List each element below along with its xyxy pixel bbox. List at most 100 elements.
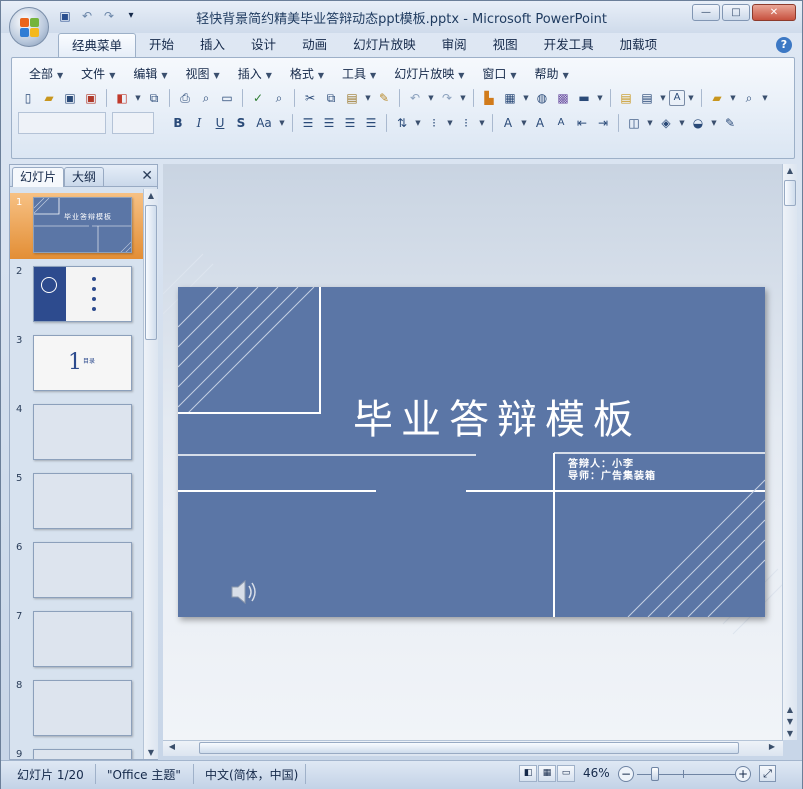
fit-to-window-icon[interactable]: ⤢	[759, 765, 776, 782]
slide-layout-icon[interactable]: ▭	[217, 88, 237, 108]
theme-name[interactable]: "Office 主题"	[107, 766, 181, 783]
menu-insert[interactable]: 插入 ▼	[229, 65, 281, 83]
scroll-left-icon[interactable]: ◀	[165, 742, 179, 751]
language-indicator[interactable]: 中文(简体，中国)	[205, 766, 298, 783]
menu-view[interactable]: 视图 ▼	[177, 65, 229, 83]
increase-indent-icon[interactable]: ⇥	[593, 113, 613, 133]
print-preview-icon[interactable]: ⌕	[196, 88, 216, 108]
menu-slide-show[interactable]: 幻灯片放映 ▼	[385, 65, 473, 83]
text-box-icon[interactable]: A	[669, 90, 685, 106]
scrollbar-thumb[interactable]	[145, 205, 157, 340]
tab-developer[interactable]: 开发工具	[531, 33, 607, 57]
tab-animations[interactable]: 动画	[289, 33, 340, 57]
slide-thumbnail[interactable]: 8	[10, 676, 144, 742]
dropdown-arrow-icon[interactable]: ▼	[458, 88, 468, 108]
new-icon[interactable]: ▯	[18, 88, 38, 108]
shape-fill-icon[interactable]: ◒	[688, 113, 708, 133]
dropdown-arrow-icon[interactable]: ▼	[426, 88, 436, 108]
slide-title[interactable]: 毕业答辩模板	[353, 387, 683, 445]
dropdown-arrow-icon[interactable]: ▼	[677, 113, 687, 133]
dropdown-arrow-icon[interactable]: ▼	[645, 113, 655, 133]
dropdown-arrow-icon[interactable]: ▼	[658, 88, 668, 108]
menu-edit[interactable]: 编辑 ▼	[124, 65, 176, 83]
shapes-icon[interactable]: ▬	[574, 88, 594, 108]
dropdown-arrow-icon[interactable]: ▼	[477, 113, 487, 133]
dropdown-arrow-icon[interactable]: ▼	[686, 88, 696, 108]
previous-slide-icon[interactable]: ▲	[783, 705, 797, 714]
normal-view-icon[interactable]: ◧	[519, 765, 537, 782]
dropdown-arrow-icon[interactable]: ▼	[709, 113, 719, 133]
font-name-box[interactable]	[18, 112, 106, 134]
close-button[interactable]: ✕	[752, 4, 796, 21]
pane-close-icon[interactable]: ✕	[141, 168, 153, 184]
italic-icon[interactable]: I	[189, 113, 209, 133]
current-slide[interactable]: 毕业答辩模板 答辩人：小李 导师：广告集装箱	[178, 287, 765, 617]
zoom-in-icon[interactable]: +	[735, 766, 751, 782]
scrollbar-thumb[interactable]	[784, 180, 796, 206]
slide-horizontal-scrollbar[interactable]: ◀ ▶	[163, 740, 783, 756]
scroll-up-icon[interactable]: ▲	[783, 166, 797, 175]
tab-view[interactable]: 视图	[480, 33, 531, 57]
align-right-icon[interactable]: ☰	[340, 113, 360, 133]
slide-show-view-icon[interactable]: ▭	[557, 765, 575, 782]
tab-add-ins[interactable]: 加载项	[607, 33, 671, 57]
tab-design[interactable]: 设计	[238, 33, 289, 57]
slide-thumbnail[interactable]: 3 1 目录	[10, 331, 144, 397]
scroll-down-icon[interactable]: ▼	[783, 729, 797, 738]
slide-thumbnail[interactable]: 2	[10, 262, 144, 328]
slide-sorter-view-icon[interactable]: ▦	[538, 765, 556, 782]
folder-icon[interactable]: ▰	[707, 88, 727, 108]
slide-thumbnail[interactable]: 1 毕业答辩模板	[10, 193, 144, 259]
thumbnail-scrollbar[interactable]: ▲ ▼	[143, 189, 158, 759]
bold-icon[interactable]: B	[168, 113, 188, 133]
bullets-icon[interactable]: ⁝	[456, 113, 476, 133]
layout-icon[interactable]: ▤	[637, 88, 657, 108]
table-icon[interactable]: ▦	[500, 88, 520, 108]
dropdown-arrow-icon[interactable]: ▼	[413, 113, 423, 133]
slide-subtitle[interactable]: 答辩人：小李 导师：广告集装箱	[568, 459, 656, 483]
underline-icon[interactable]: U	[210, 113, 230, 133]
text-direction-icon[interactable]: ⇅	[392, 113, 412, 133]
dropdown-arrow-icon[interactable]: ▼	[277, 113, 287, 133]
numbering-icon[interactable]: ⁝	[424, 113, 444, 133]
font-size-box[interactable]	[112, 112, 154, 134]
tab-classic-menu[interactable]: 经典菜单	[58, 33, 137, 57]
dropdown-arrow-icon[interactable]: ▼	[363, 88, 373, 108]
slide-thumbnail[interactable]: 4	[10, 400, 144, 466]
picture-icon[interactable]: ▩	[553, 88, 573, 108]
menu-help[interactable]: 帮助 ▼	[526, 65, 578, 83]
zoom-slider-thumb[interactable]	[651, 767, 659, 781]
speaker-icon[interactable]	[230, 577, 262, 607]
office-button[interactable]	[9, 7, 49, 47]
menu-window[interactable]: 窗口 ▼	[473, 65, 525, 83]
tab-slides[interactable]: 幻灯片	[12, 167, 65, 187]
dropdown-arrow-icon[interactable]: ▼	[760, 88, 770, 108]
publish-icon[interactable]: ⧉	[144, 88, 164, 108]
format-painter-icon[interactable]: ✎	[374, 88, 394, 108]
copy-icon[interactable]: ⧉	[321, 88, 341, 108]
zoom-out-icon[interactable]: −	[618, 766, 634, 782]
dropdown-arrow-icon[interactable]: ▼	[519, 113, 529, 133]
tab-home[interactable]: 开始	[136, 33, 187, 57]
research-icon[interactable]: ⌕	[269, 88, 289, 108]
cut-icon[interactable]: ✂	[300, 88, 320, 108]
align-center-icon[interactable]: ☰	[319, 113, 339, 133]
align-left-icon[interactable]: ☰	[298, 113, 318, 133]
export-pdf-icon[interactable]: ◧	[112, 88, 132, 108]
arrange-icon[interactable]: ◫	[624, 113, 644, 133]
slide-thumbnail[interactable]: 9	[10, 745, 144, 759]
quick-styles-icon[interactable]: ◈	[656, 113, 676, 133]
zoom-level[interactable]: 46%	[583, 766, 610, 780]
tab-insert[interactable]: 插入	[187, 33, 238, 57]
new-slide-icon[interactable]: ▤	[616, 88, 636, 108]
dropdown-arrow-icon[interactable]: ▼	[728, 88, 738, 108]
minimize-button[interactable]: —	[692, 4, 720, 21]
grow-font-icon[interactable]: A	[530, 113, 550, 133]
change-case-icon[interactable]: Aa	[252, 113, 276, 133]
slide-vertical-scrollbar[interactable]: ▲ ▲ ▼ ▼	[782, 164, 797, 740]
find-icon[interactable]: ⌕	[739, 88, 759, 108]
dropdown-arrow-icon[interactable]: ▼	[595, 88, 605, 108]
menu-file[interactable]: 文件 ▼	[72, 65, 124, 83]
slide-thumbnail[interactable]: 6	[10, 538, 144, 604]
shape-outline-icon[interactable]: ✎	[720, 113, 740, 133]
